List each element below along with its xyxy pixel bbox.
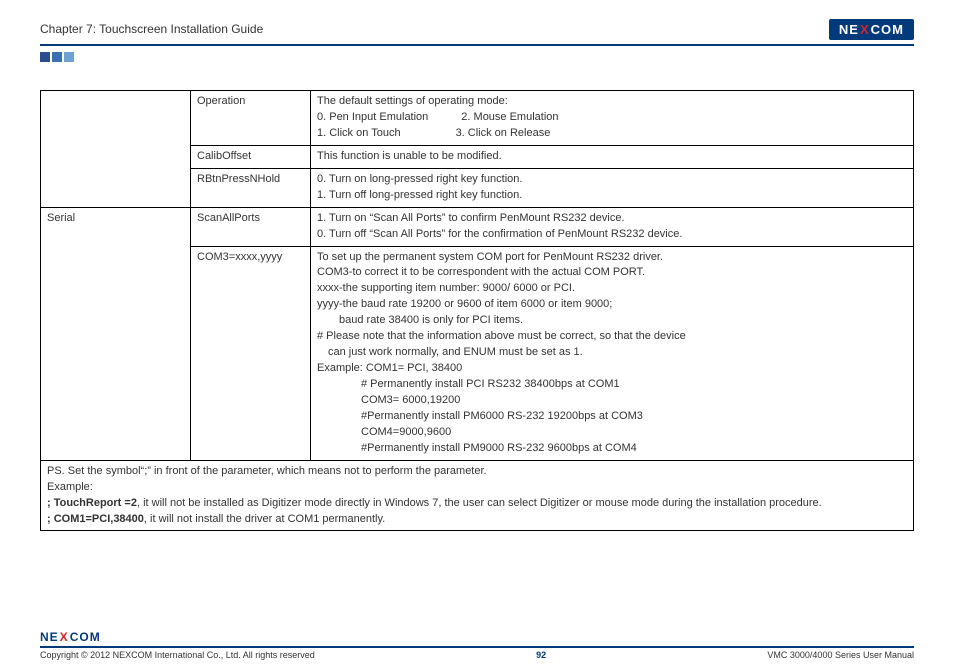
cell-param: CalibOffset: [191, 145, 311, 168]
settings-table: Operation The default settings of operat…: [40, 90, 914, 531]
cell-desc: The default settings of operating mode: …: [311, 91, 914, 146]
footer: NEXCOM Copyright © 2012 NEXCOM Internati…: [40, 630, 914, 660]
desc-line: Example: COM1= PCI, 38400: [317, 362, 462, 374]
cell-param: COM3=xxxx,yyyy: [191, 246, 311, 460]
desc-line: 1. Click on Touch 3. Click on Release: [317, 127, 550, 139]
note-bold: ; TouchReport =2: [47, 497, 137, 509]
desc-line: This function is unable to be modified.: [317, 150, 502, 162]
desc-line: can just work normally, and ENUM must be…: [317, 346, 583, 358]
logo-pre: NE: [839, 22, 859, 37]
desc-line: 1. Turn on “Scan All Ports” to confirm P…: [317, 212, 625, 224]
desc-line: baud rate 38400 is only for PCI items.: [317, 314, 523, 326]
copyright: Copyright © 2012 NEXCOM International Co…: [40, 650, 315, 660]
cell-param: ScanAllPorts: [191, 207, 311, 246]
header-rule: [40, 44, 914, 46]
table-row: Operation The default settings of operat…: [41, 91, 914, 146]
desc-line: # Please note that the information above…: [317, 330, 686, 342]
cell-desc: 1. Turn on “Scan All Ports” to confirm P…: [311, 207, 914, 246]
logo-pre: NE: [40, 630, 59, 644]
desc-line: xxxx-the supporting item number: 9000/ 6…: [317, 282, 575, 294]
desc-line: 0. Pen Input Emulation 2. Mouse Emulatio…: [317, 111, 559, 123]
logo-x: X: [60, 630, 69, 644]
footer-rule: [40, 646, 914, 648]
logo-x: X: [860, 22, 870, 37]
note-rest: , it will not be installed as Digitizer …: [137, 497, 822, 509]
desc-line: yyyy-the baud rate 19200 or 9600 of item…: [317, 298, 612, 310]
logo-post: COM: [70, 630, 101, 644]
cell-desc: 0. Turn on long-pressed right key functi…: [311, 168, 914, 207]
cell-param: Operation: [191, 91, 311, 146]
note-bold: ; COM1=PCI,38400: [47, 513, 144, 525]
note-rest: , it will not install the driver at COM1…: [144, 513, 385, 525]
desc-line: # Permanently install PCI RS232 38400bps…: [317, 378, 620, 390]
cell-desc: To set up the permanent system COM port …: [311, 246, 914, 460]
desc-line: COM3= 6000,19200: [317, 394, 460, 406]
cell-category: [41, 91, 191, 208]
chapter-title: Chapter 7: Touchscreen Installation Guid…: [40, 22, 263, 36]
table-row-note: PS. Set the symbol“;” in front of the pa…: [41, 460, 914, 531]
decorative-squares: [40, 52, 914, 62]
manual-name: VMC 3000/4000 Series User Manual: [767, 650, 914, 660]
desc-line: #Permanently install PM9000 RS-232 9600b…: [317, 442, 637, 454]
desc-line: 0. Turn off “Scan All Ports” for the con…: [317, 228, 682, 240]
desc-line: COM3-to correct it to be correspondent w…: [317, 266, 645, 278]
logo-bottom: NEXCOM: [40, 630, 914, 644]
desc-line: #Permanently install PM6000 RS-232 19200…: [317, 410, 643, 422]
cell-param: RBtnPressNHold: [191, 168, 311, 207]
logo-post: COM: [871, 22, 904, 37]
desc-line: 1. Turn off long-pressed right key funct…: [317, 189, 522, 201]
note-line: PS. Set the symbol“;” in front of the pa…: [47, 465, 487, 477]
desc-line: 0. Turn on long-pressed right key functi…: [317, 173, 522, 185]
content-area: Operation The default settings of operat…: [40, 90, 914, 531]
logo-top: NEXCOM: [829, 19, 914, 40]
table-row: Serial ScanAllPorts 1. Turn on “Scan All…: [41, 207, 914, 246]
cell-desc: This function is unable to be modified.: [311, 145, 914, 168]
page-number: 92: [536, 650, 546, 660]
desc-line: COM4=9000,9600: [317, 426, 451, 438]
desc-line: The default settings of operating mode:: [317, 95, 508, 107]
desc-line: To set up the permanent system COM port …: [317, 251, 663, 263]
note-line: Example:: [47, 481, 93, 493]
cell-category: Serial: [41, 207, 191, 460]
cell-note: PS. Set the symbol“;” in front of the pa…: [41, 460, 914, 531]
